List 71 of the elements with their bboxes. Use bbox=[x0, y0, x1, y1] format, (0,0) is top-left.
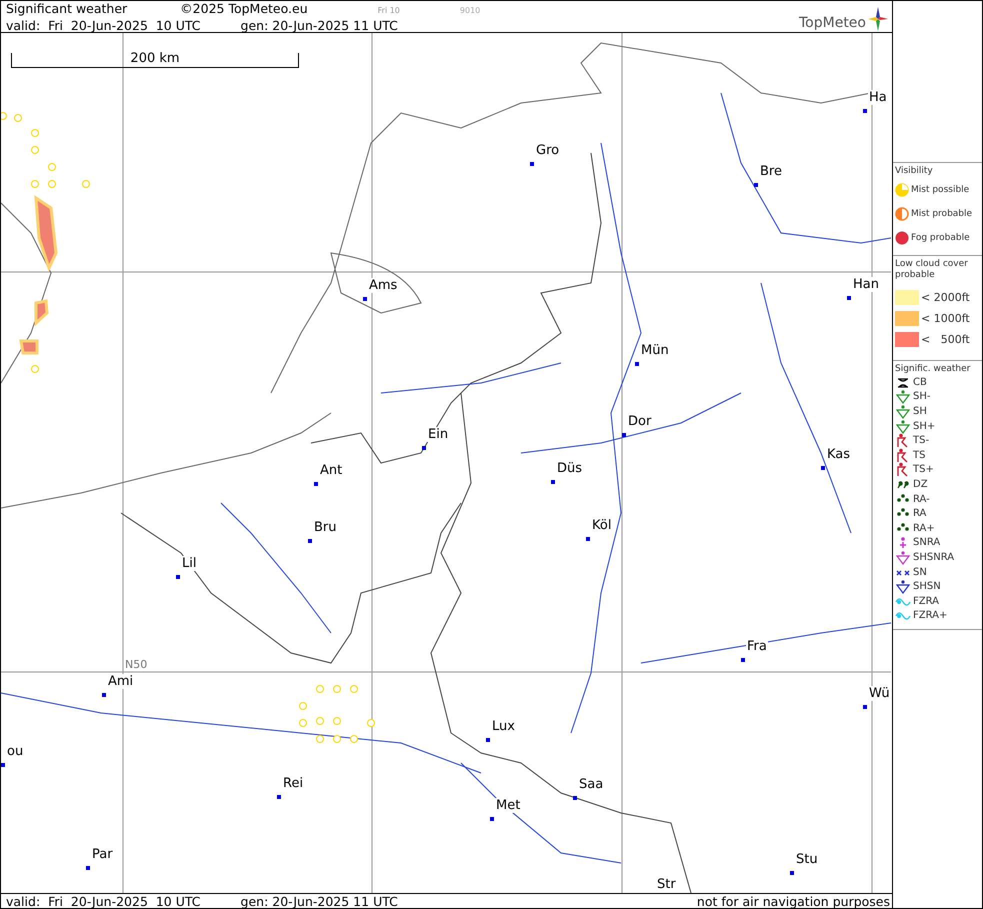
legend-label: Fog probable bbox=[911, 233, 970, 243]
city-marker bbox=[490, 817, 494, 821]
code-label: 9010 bbox=[460, 5, 480, 17]
city-marker bbox=[863, 705, 867, 709]
legend-label: SN bbox=[913, 566, 927, 578]
disclaimer-text: not for air navigation purposes bbox=[696, 894, 890, 908]
legend-label: Mist possible bbox=[911, 185, 970, 195]
valid-time: valid: Fri 20-Jun-2025 10 UTC bbox=[6, 894, 201, 908]
legend-label: FZRA+ bbox=[913, 610, 948, 622]
city-marker bbox=[277, 795, 281, 799]
city-label: Ams bbox=[368, 278, 398, 293]
legend-label: Mist probable bbox=[911, 209, 972, 219]
legend-label: < 500ft bbox=[921, 333, 970, 346]
legend-label: SH+ bbox=[913, 420, 936, 432]
legend-label: FZRA bbox=[913, 596, 939, 607]
legend-label: RA bbox=[913, 508, 926, 520]
city-label: Han bbox=[852, 277, 880, 292]
legend-label: RA+ bbox=[913, 522, 935, 534]
logo-text: TopMeteo bbox=[799, 15, 866, 31]
city-marker bbox=[821, 466, 825, 470]
city-marker bbox=[741, 658, 745, 662]
city-marker bbox=[863, 109, 867, 113]
legend-title: Visibility bbox=[895, 166, 934, 177]
legend-label: < 2000ft bbox=[921, 291, 970, 304]
city-marker bbox=[363, 297, 367, 301]
city-marker bbox=[314, 482, 318, 486]
compass-star-icon bbox=[868, 7, 888, 31]
city-label: Ha bbox=[868, 90, 888, 105]
legend-label: TS+ bbox=[913, 464, 934, 476]
scale-label: 200 km bbox=[130, 51, 180, 65]
city-marker bbox=[622, 433, 626, 437]
run-label: Fri 10 bbox=[378, 5, 400, 17]
city-marker bbox=[308, 539, 312, 543]
legend-label: SHSN bbox=[913, 581, 941, 592]
latitude-label: N50 bbox=[125, 658, 148, 671]
copyright-text: ©2025 TopMeteo.eu bbox=[180, 1, 308, 16]
legend-title: Signific. weather bbox=[895, 364, 972, 375]
legend-label: SH- bbox=[913, 391, 930, 402]
legend-label: DZ bbox=[913, 478, 928, 490]
city-label: Ami bbox=[107, 674, 134, 689]
city-label: Lil bbox=[181, 556, 198, 571]
legend-label: SNRA bbox=[913, 537, 940, 548]
legend-label: SH bbox=[913, 406, 927, 417]
city-marker bbox=[422, 446, 426, 450]
legend-label: CB bbox=[913, 376, 927, 388]
city-marker bbox=[530, 162, 534, 166]
legend-title: Low cloud cover probable bbox=[895, 259, 969, 281]
city-marker bbox=[754, 183, 758, 187]
map-title: Significant weather bbox=[6, 1, 128, 16]
city-marker bbox=[102, 693, 106, 697]
generated-time: gen: 20-Jun-2025 11 UTC bbox=[240, 894, 398, 908]
legend-label: RA- bbox=[913, 494, 930, 505]
city-marker bbox=[790, 871, 794, 875]
legend-label: TS- bbox=[913, 435, 930, 446]
city-label: Ein bbox=[427, 427, 450, 442]
city-marker bbox=[586, 537, 590, 541]
city-marker bbox=[635, 362, 639, 366]
city-marker bbox=[551, 480, 555, 484]
legend-label: SHSNRA bbox=[913, 552, 954, 563]
city-label: Met bbox=[495, 798, 522, 813]
city-marker bbox=[176, 575, 180, 579]
city-marker bbox=[847, 296, 851, 300]
generated-time: gen: 20-Jun-2025 11 UTC bbox=[240, 18, 398, 33]
city-marker bbox=[486, 738, 490, 742]
city-marker bbox=[86, 866, 90, 870]
legend-label: TS bbox=[913, 450, 926, 461]
city-marker bbox=[573, 796, 577, 800]
valid-time: valid: Fri 20-Jun-2025 10 UTC bbox=[6, 18, 201, 33]
city-marker bbox=[1, 763, 5, 767]
legend-label: < 1000ft bbox=[921, 312, 970, 325]
city-label: Wü bbox=[868, 686, 891, 701]
